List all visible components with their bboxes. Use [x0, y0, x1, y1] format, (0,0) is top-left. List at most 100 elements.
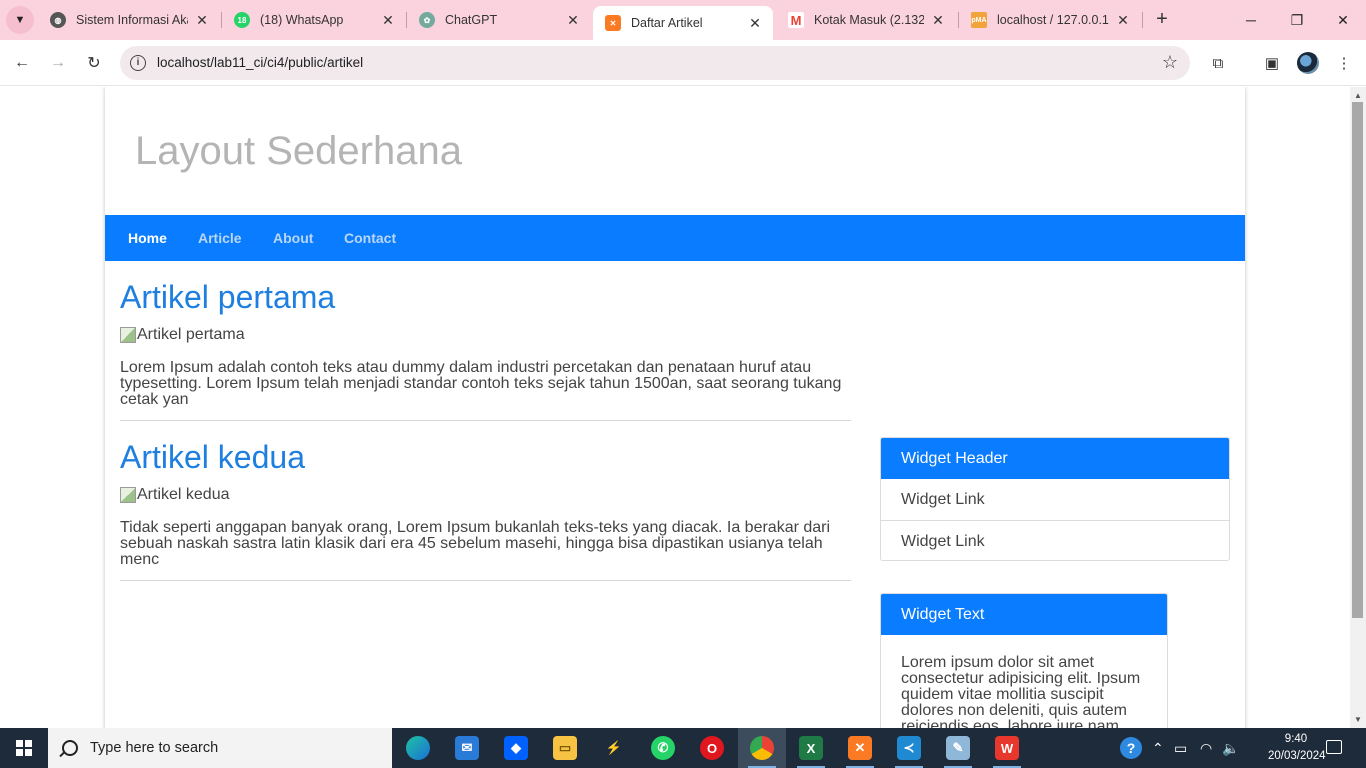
capcut-icon: ⚡: [605, 740, 623, 755]
article-image: Artikel kedua: [120, 486, 851, 504]
tab-chatgpt[interactable]: ✿ ChatGPT ✕: [407, 0, 591, 40]
taskbar-file-explorer[interactable]: ▭: [541, 728, 589, 768]
taskbar-xampp[interactable]: ✕: [836, 728, 884, 768]
taskbar-wps[interactable]: W: [983, 728, 1031, 768]
whatsapp-icon: ✆: [651, 736, 675, 760]
gmail-icon: M: [788, 12, 804, 28]
notification-icon[interactable]: [1326, 740, 1342, 754]
tab-daftar-artikel[interactable]: ✕ Daftar Artikel ✕: [593, 6, 773, 40]
vscode-icon: ≺: [897, 736, 921, 760]
taskbar-chrome[interactable]: [738, 728, 786, 768]
tab-gmail[interactable]: M Kotak Masuk (2.132) ✕: [776, 0, 956, 40]
arrow-right-icon: →: [50, 54, 66, 71]
extensions-icon[interactable]: ⧉: [1206, 51, 1230, 75]
volume-icon[interactable]: 🔈: [1222, 740, 1239, 757]
article-title[interactable]: Artikel kedua: [120, 439, 851, 476]
side-panel-icon[interactable]: ▣: [1260, 51, 1284, 75]
tab-title: Kotak Masuk (2.132): [814, 13, 924, 27]
clock-time: 9:40: [1284, 733, 1308, 745]
menu-kebab-icon[interactable]: ⋮: [1332, 51, 1356, 75]
close-tab-icon[interactable]: ✕: [565, 12, 581, 29]
new-tab-button[interactable]: +: [1150, 8, 1174, 32]
wps-icon: W: [995, 736, 1019, 760]
tab-whatsapp[interactable]: 18 (18) WhatsApp ✕: [222, 0, 406, 40]
close-tab-icon[interactable]: ✕: [1115, 12, 1131, 29]
taskbar-dropbox[interactable]: ◆: [492, 728, 540, 768]
search-icon: [62, 740, 78, 756]
broken-image-icon: [120, 487, 136, 503]
tab-title: Sistem Informasi Akad: [76, 13, 188, 27]
article-entry: Artikel kedua Artikel kedua Tidak sepert…: [120, 439, 851, 581]
close-tab-icon[interactable]: ✕: [194, 12, 210, 29]
tab-separator: [1142, 12, 1143, 28]
close-tab-icon[interactable]: ✕: [930, 12, 946, 29]
chevron-up-icon[interactable]: ⌃: [1152, 740, 1164, 757]
minimize-icon: ─: [1246, 12, 1256, 28]
excel-icon: X: [799, 736, 823, 760]
profile-avatar[interactable]: [1297, 52, 1319, 74]
back-button[interactable]: ←: [8, 49, 36, 77]
address-bar[interactable]: i localhost/lab11_ci/ci4/public/artikel …: [120, 46, 1190, 80]
nav-link-home[interactable]: Home: [128, 230, 167, 246]
scroll-up-icon[interactable]: ▲: [1354, 91, 1362, 100]
taskbar-whatsapp[interactable]: ✆: [639, 728, 687, 768]
reload-button[interactable]: ↻: [80, 49, 108, 77]
minimize-button[interactable]: ─: [1228, 0, 1274, 40]
reload-icon: ↻: [87, 55, 101, 72]
restore-button[interactable]: ❐: [1274, 0, 1320, 40]
close-tab-icon[interactable]: ✕: [380, 12, 396, 29]
xampp-icon: ✕: [605, 15, 621, 31]
arrow-left-icon: ←: [14, 54, 30, 71]
close-tab-icon[interactable]: ✕: [747, 15, 763, 32]
windows-taskbar: Type here to search ✉ ◆ ▭ ⚡ ✆ O X ✕ ≺ ✎ …: [0, 728, 1366, 768]
taskbar-vscode[interactable]: ≺: [885, 728, 933, 768]
address-url[interactable]: localhost/lab11_ci/ci4/public/artikel: [157, 55, 363, 70]
widget-links: Widget Header Widget Link Widget Link: [880, 437, 1230, 561]
main-navbar: Home Article About Contact: [105, 215, 1245, 261]
widget-link[interactable]: Widget Link: [881, 520, 1229, 560]
tab-phpmyadmin[interactable]: pMA localhost / 127.0.0.1 / ✕: [959, 0, 1141, 40]
taskbar-edge[interactable]: [394, 728, 442, 768]
wifi-icon[interactable]: ◠: [1200, 740, 1212, 757]
close-icon: ✕: [1337, 11, 1349, 28]
taskbar-clock[interactable]: 9:40 20/03/2024: [1268, 731, 1326, 765]
taskbar-search[interactable]: Type here to search: [48, 728, 392, 768]
article-excerpt: Lorem Ipsum adalah contoh teks atau dumm…: [120, 359, 842, 408]
bookmark-star-icon[interactable]: ☆: [1162, 52, 1178, 73]
taskbar-paint[interactable]: ✎: [934, 728, 982, 768]
edge-icon: [406, 736, 430, 760]
globe-icon: ◍: [50, 12, 66, 28]
xampp-icon: ✕: [848, 736, 872, 760]
tab-search-button[interactable]: ▼: [6, 6, 34, 34]
site-info-icon[interactable]: i: [130, 55, 146, 71]
scroll-down-icon[interactable]: ▼: [1354, 715, 1362, 724]
nav-link-article[interactable]: Article: [198, 230, 242, 246]
start-button[interactable]: [0, 728, 48, 768]
broken-image-icon: [120, 327, 136, 343]
tab-sistem-informasi[interactable]: ◍ Sistem Informasi Akad ✕: [38, 0, 220, 40]
phpmyadmin-icon: pMA: [971, 12, 987, 28]
taskbar-opera[interactable]: O: [688, 728, 736, 768]
widget-text-header: Widget Text: [881, 594, 1167, 635]
chevron-down-icon: ▼: [14, 14, 26, 26]
opera-icon: O: [700, 736, 724, 760]
scrollbar-thumb[interactable]: [1352, 102, 1363, 618]
taskbar-excel[interactable]: X: [787, 728, 835, 768]
widget-link[interactable]: Widget Link: [881, 479, 1229, 520]
close-window-button[interactable]: ✕: [1320, 0, 1366, 40]
restore-icon: ❐: [1290, 11, 1304, 28]
article-image-alt: Artikel kedua: [137, 486, 230, 503]
help-icon[interactable]: ?: [1120, 737, 1142, 759]
page-scrollbar[interactable]: ▲ ▼: [1350, 87, 1366, 728]
nav-link-contact[interactable]: Contact: [344, 230, 396, 246]
taskbar-capcut[interactable]: ⚡: [590, 728, 638, 768]
battery-icon[interactable]: ▭: [1174, 740, 1187, 757]
clock-date: 20/03/2024: [1268, 750, 1326, 762]
tab-title: localhost / 127.0.0.1 /: [997, 13, 1109, 27]
taskbar-mail[interactable]: ✉: [443, 728, 491, 768]
tab-title: Daftar Artikel: [631, 16, 703, 30]
nav-link-about[interactable]: About: [273, 230, 313, 246]
forward-button[interactable]: →: [44, 49, 72, 77]
article-title[interactable]: Artikel pertama: [120, 279, 851, 316]
chatgpt-icon: ✿: [419, 12, 435, 28]
